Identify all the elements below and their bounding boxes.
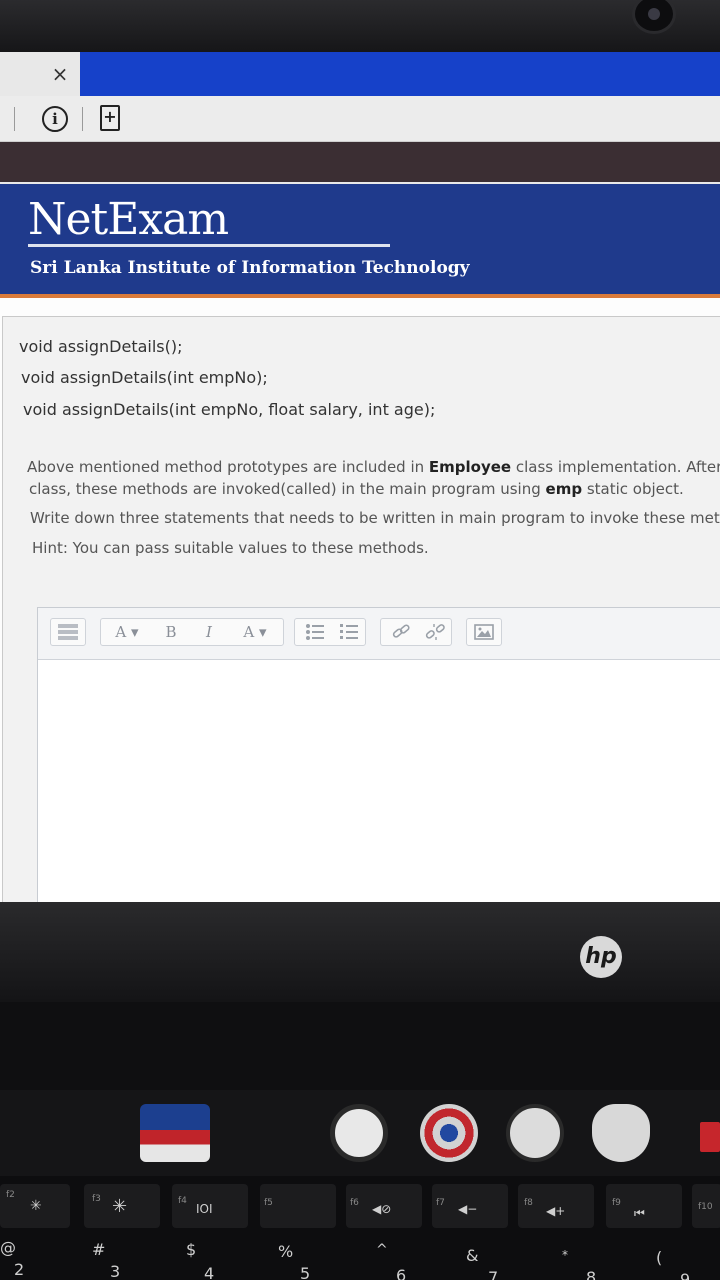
new-page-icon[interactable]: + <box>100 105 120 131</box>
bold-button[interactable]: B <box>157 619 185 645</box>
key-label: ^ <box>376 1242 388 1258</box>
answer-text-area[interactable] <box>38 660 720 902</box>
fkey-label: f9 <box>612 1198 621 1208</box>
volume-up-icon: ◀+ <box>546 1204 566 1218</box>
hp-logo: hp <box>580 936 622 978</box>
key-label: $ <box>186 1240 197 1259</box>
display-switch-icon: IOI <box>196 1202 213 1216</box>
toolbar-separator <box>82 107 83 131</box>
fkey-label: f3 <box>92 1194 101 1204</box>
list-group <box>294 618 366 646</box>
sticker-row <box>0 1090 720 1176</box>
question-panel: void assignDetails(); void assignDetails… <box>2 316 720 902</box>
chevron-down-icon: ▾ <box>131 623 139 641</box>
fkey-label: f10 <box>698 1202 713 1212</box>
key-label: 9 <box>680 1270 691 1280</box>
key-label: @ <box>0 1238 16 1257</box>
key-label: 8 <box>586 1268 597 1280</box>
marvel-sticker <box>700 1122 720 1152</box>
font-color-dropdown[interactable]: A ▾ <box>233 619 277 645</box>
logo-underline <box>28 244 390 247</box>
active-tab[interactable] <box>80 52 720 96</box>
key-label: 3 <box>110 1262 121 1280</box>
fkey-label: f4 <box>178 1196 187 1206</box>
avengers-sticker <box>330 1104 388 1162</box>
fkey-label: f2 <box>6 1190 15 1200</box>
question-text: static object. <box>582 480 684 498</box>
fkey-label: f6 <box>350 1198 359 1208</box>
code-line: void assignDetails(int empNo); <box>21 368 268 387</box>
key-label: 7 <box>488 1268 499 1280</box>
unlink-icon[interactable] <box>421 619 449 645</box>
question-instruction: Write down three statements that needs t… <box>30 509 720 527</box>
question-hint: Hint: You can pass suitable values to th… <box>32 539 429 557</box>
italic-button[interactable]: I <box>195 619 223 645</box>
editor-toolbar: A ▾ B I A ▾ <box>38 608 720 660</box>
site-header: NetExam Sri Lanka Institute of Informati… <box>0 182 720 298</box>
laptop-bottom-bezel: hp <box>0 902 720 1002</box>
object-name: emp <box>545 480 583 498</box>
image-group <box>466 618 502 646</box>
toolbar-toggle-group <box>50 618 86 646</box>
webcam <box>632 0 676 34</box>
question-paragraph: Above mentioned method prototypes are in… <box>27 458 720 476</box>
previous-track-icon: ⏮ <box>634 1206 645 1220</box>
answer-editor: A ▾ B I A ▾ <box>37 607 720 902</box>
laptop-top-bezel <box>0 0 720 52</box>
key-label: 4 <box>204 1264 215 1280</box>
volume-down-icon: ◀− <box>458 1202 478 1216</box>
key-label: % <box>278 1242 294 1261</box>
bullet-list-icon[interactable] <box>301 619 329 645</box>
toolbar-separator <box>14 107 15 131</box>
font-size-dropdown[interactable]: A ▾ <box>107 619 147 645</box>
keyboard: f2 f3 f4 f5 f6 f7 f8 f9 f10 ✳ ✳ IOI ◀⊘ ◀… <box>0 1176 720 1280</box>
tab-bar: × <box>0 52 720 96</box>
key-label: * <box>562 1248 568 1262</box>
question-text: class implementation. After i <box>511 458 720 476</box>
brightness-up-icon: ✳ <box>112 1196 128 1217</box>
class-name: Employee <box>428 458 512 476</box>
black-panther-sticker <box>592 1104 650 1162</box>
key-label: ( <box>656 1248 663 1267</box>
code-line: void assignDetails(int empNo, float sala… <box>23 400 436 419</box>
link-group <box>380 618 452 646</box>
font-color-label: A <box>243 623 255 641</box>
shield-sticker <box>420 1104 478 1162</box>
captain-america-sticker <box>140 1104 210 1162</box>
screen: × i + NetExam Sri Lanka Institute of Inf… <box>0 52 720 902</box>
fkey-label: f7 <box>436 1198 445 1208</box>
brightness-down-icon: ✳ <box>30 1198 42 1214</box>
code-line: void assignDetails(); <box>19 337 183 356</box>
insert-image-icon[interactable] <box>472 619 496 645</box>
fkey-label: f8 <box>524 1198 533 1208</box>
question-text: Above mentioned method prototypes are in… <box>27 458 429 476</box>
institute-name: Sri Lanka Institute of Information Techn… <box>30 258 470 278</box>
tab-close-icon[interactable]: × <box>46 60 74 88</box>
key-label: 6 <box>396 1266 407 1280</box>
chevron-down-icon: ▾ <box>259 623 267 641</box>
fkey-label: f5 <box>264 1198 273 1208</box>
netexam-logo: NetExam <box>28 194 229 245</box>
browser-toolbar: i + <box>0 96 720 142</box>
link-icon[interactable] <box>387 619 415 645</box>
laptop-hinge <box>0 1002 720 1090</box>
key-label: 5 <box>300 1264 311 1280</box>
mute-icon: ◀⊘ <box>372 1202 392 1216</box>
key-label: & <box>466 1246 479 1265</box>
key-label: # <box>92 1240 106 1259</box>
numbered-list-icon[interactable] <box>335 619 363 645</box>
question-text: class, these methods are invoked(called)… <box>29 480 546 498</box>
toolbar-toggle-icon[interactable] <box>56 619 80 645</box>
info-icon[interactable]: i <box>42 106 68 132</box>
key-label: 2 <box>14 1260 25 1279</box>
question-paragraph: class, these methods are invoked(called)… <box>29 480 684 498</box>
iron-man-sticker <box>506 1104 564 1162</box>
font-size-label: A <box>115 623 127 641</box>
browser-strip <box>0 142 720 182</box>
format-group: A ▾ B I A ▾ <box>100 618 284 646</box>
